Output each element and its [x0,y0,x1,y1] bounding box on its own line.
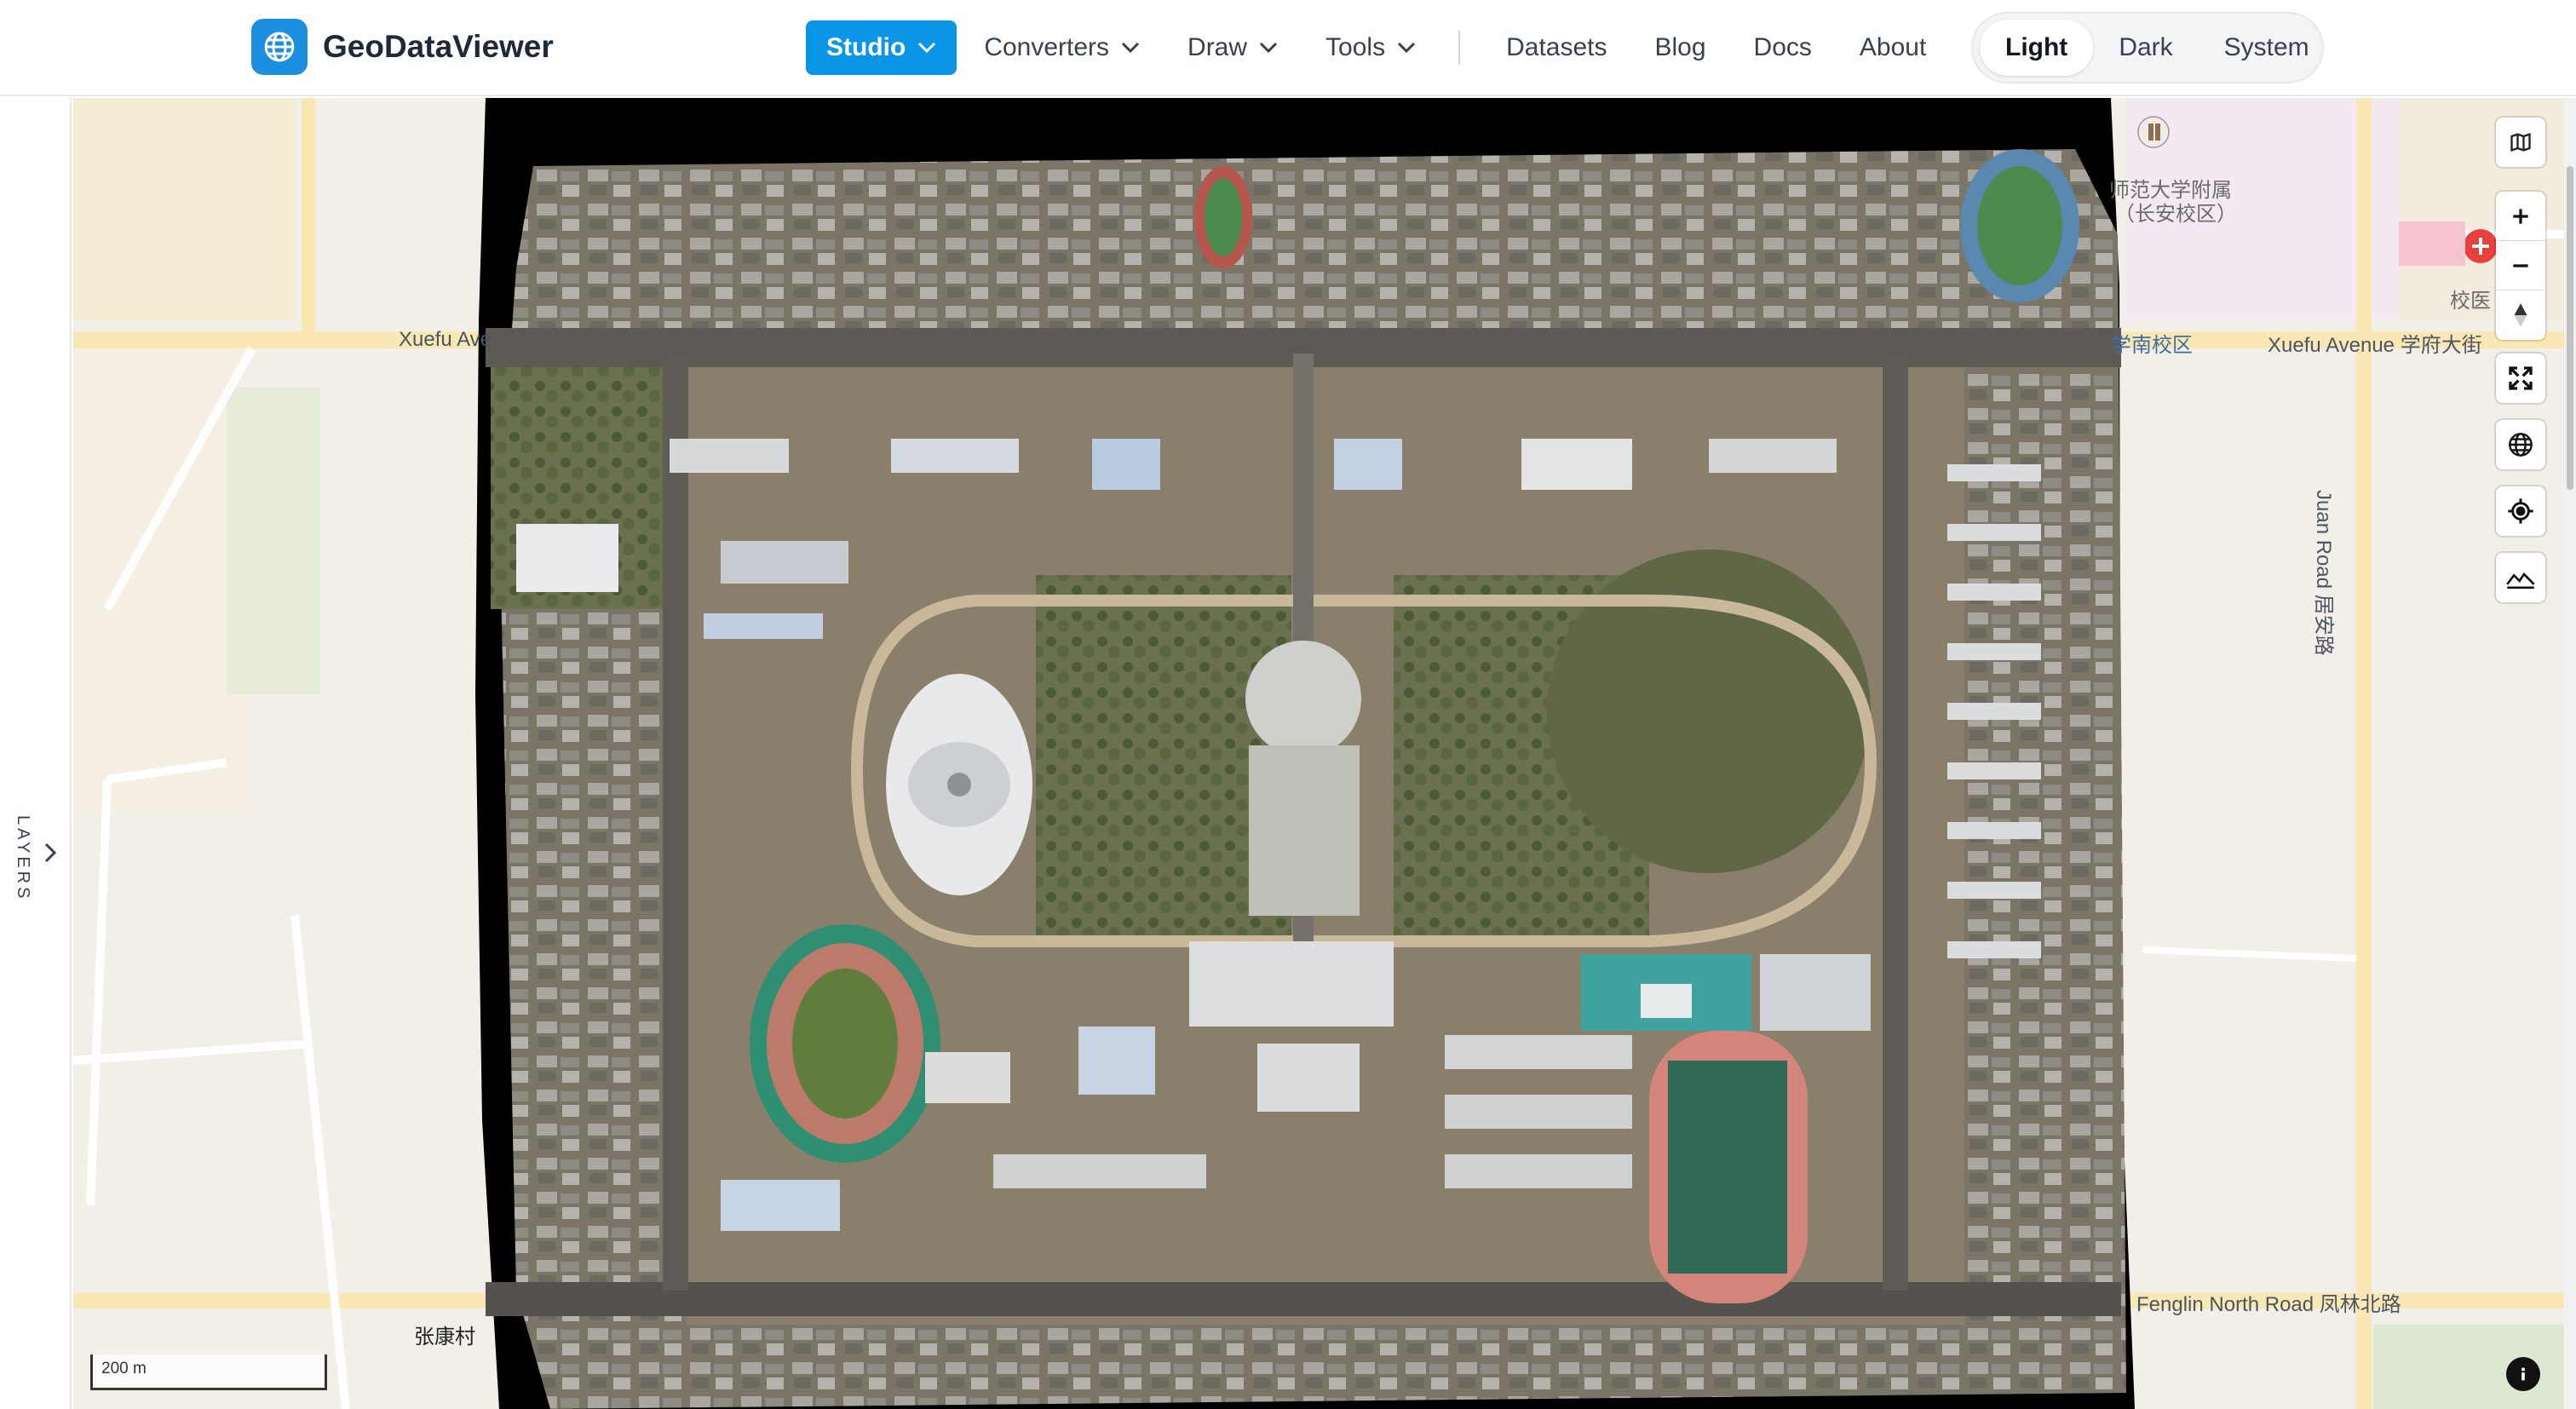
nav-draw-label: Draw [1187,33,1248,61]
place-label-south-campus: 学南校区 [2111,334,2193,357]
nav-blog[interactable]: Blog [1630,20,1729,75]
nav-docs[interactable]: Docs [1730,20,1836,75]
scale-bar-label: 200 m [101,1360,147,1377]
nav-tools-label: Tools [1325,33,1386,61]
brand[interactable]: GeoDataViewer [251,19,554,75]
info-icon [2521,1367,2526,1381]
nav-datasets[interactable]: Datasets [1482,20,1630,75]
place-label-village: 张康村 [414,1326,475,1349]
nav-tools[interactable]: Tools [1305,20,1436,75]
chevron-right-icon [44,843,57,863]
top-navbar: GeoDataViewer Studio Converters Draw Too… [0,0,2576,96]
nav-studio-label: Studio [826,33,906,61]
compass-icon [2514,303,2527,327]
street-label-xuefu-west: Xuefu Ave [399,328,492,351]
attribution-info-button[interactable] [2506,1357,2540,1391]
layers-panel-toggle[interactable]: LAYERS [0,98,72,1409]
zoom-in-button[interactable] [2496,192,2545,241]
nav-about[interactable]: About [1836,20,1950,75]
scrollbar-thumb[interactable] [2567,166,2573,490]
street-label-fenglin-road: Fenglin North Road 凤林北路 [2136,1293,2401,1316]
place-label-affiliated-school-campus: （长安校区） [2114,203,2237,226]
globe-icon [2509,433,2533,457]
theme-system-option[interactable]: System [2199,20,2335,76]
nav-converters-label: Converters [984,33,1110,61]
layers-label: LAYERS [14,815,32,902]
app-root: GeoDataViewer Studio Converters Draw Too… [0,0,2576,1409]
zoom-out-button[interactable] [2496,241,2545,290]
chevron-down-icon [1121,42,1140,54]
nav-converters[interactable]: Converters [963,20,1160,75]
globe-icon [251,19,308,75]
brand-name: GeoDataViewer [323,29,554,64]
locate-button[interactable] [2496,486,2545,536]
street-label-xuefu-east: Xuefu Avenue 学府大街 [2268,334,2482,357]
fullscreen-button[interactable] [2496,354,2545,403]
chevron-down-icon [1398,42,1416,54]
scale-bar: 200 m [90,1354,327,1390]
basemap [73,98,2564,1409]
terrain-button[interactable] [2496,553,2545,602]
basemap-icon [2510,133,2531,152]
fullscreen-icon [2509,366,2533,390]
nav-divider [1458,31,1461,65]
chevron-down-icon [1259,42,1278,54]
map-canvas[interactable]: Xuefu Ave Xuefu Avenue 学府大街 学南校区 师范大学附属 … [73,98,2564,1409]
theme-switch: Light Dark System [1971,12,2324,83]
zoom-in-icon [2513,208,2528,224]
place-label-hospital: 校医 [2450,290,2491,313]
basemap-toggle-button[interactable] [2496,118,2545,167]
theme-dark-option[interactable]: Dark [2093,20,2198,76]
locate-icon [2508,498,2533,524]
terrain-icon [2506,572,2535,589]
zoom-controls [2496,192,2545,340]
theme-light-option[interactable]: Light [1980,20,2094,76]
main-nav: Studio Converters Draw Tools Datasets Bl… [806,20,1950,75]
nav-studio[interactable]: Studio [806,20,957,75]
compass-button[interactable] [2496,290,2545,340]
street-label-juan-road: Juan Road 居安路 [2312,490,2335,656]
zoom-out-icon [2513,263,2528,267]
chevron-down-icon [918,42,936,54]
globe-view-button[interactable] [2496,420,2545,469]
nav-draw[interactable]: Draw [1167,20,1298,75]
page-scrollbar[interactable] [2564,98,2576,1409]
